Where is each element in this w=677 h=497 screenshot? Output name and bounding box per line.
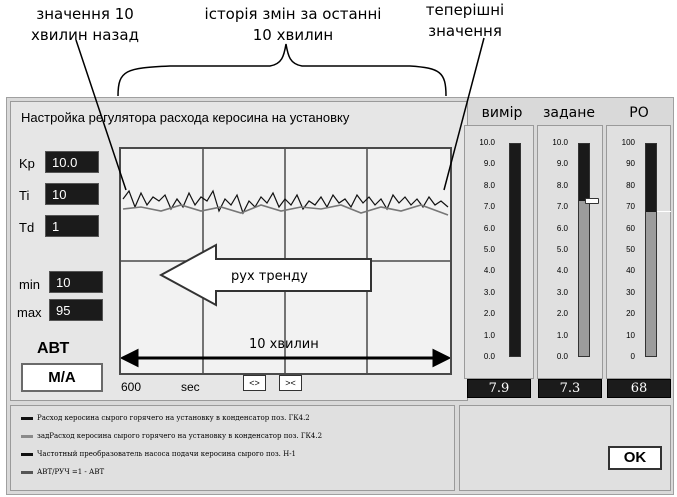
trend-panel: Настройка регулятора расхода керосина на… (10, 101, 468, 401)
output-tick-label: 60 (626, 223, 635, 233)
output-tick-label: 50 (626, 245, 635, 254)
output-column: 100 90 80 70 60 50 40 30 20 10 0 (606, 125, 671, 379)
legend-swatch (21, 434, 33, 438)
output-tick-label: 40 (626, 266, 635, 276)
td-field[interactable]: 1 (45, 215, 99, 237)
legend-text: Расход керосина сырого горячего на устан… (37, 414, 310, 422)
ti-field[interactable]: 10 (45, 183, 99, 205)
output-tick-label: 70 (626, 202, 635, 212)
setpoint-tick-label: 2.0 (556, 309, 568, 319)
measured-tick-label: 3.0 (483, 287, 495, 297)
measured-tick-label: 4.0 (483, 266, 495, 276)
window-title: Настройка регулятора расхода керосина на… (21, 110, 350, 125)
setpoint-tick-label: 0.0 (556, 352, 568, 361)
history-brace (117, 43, 447, 97)
measured-tick-label: 9.0 (483, 159, 495, 169)
ann-right-line: значення (428, 22, 502, 40)
measured-bar (509, 143, 521, 357)
output-tick-label: 90 (626, 159, 635, 169)
kp-label: Kp (19, 156, 35, 171)
ann-left-line: хвилин назад (31, 26, 139, 44)
output-value[interactable]: 68 (607, 379, 671, 398)
setpoint-value[interactable]: 7.3 (538, 379, 602, 398)
legend-panel: Расход керосина сырого горячего на устан… (10, 405, 455, 491)
measured-tick-label: 0.0 (483, 352, 495, 361)
setpoint-tick-label: 7.0 (556, 202, 568, 212)
td-label: Td (19, 220, 35, 235)
min-field[interactable]: 10 (49, 271, 103, 293)
output-scale: 100 90 80 70 60 50 40 30 20 10 0 (607, 126, 635, 361)
setpoint-tick-label: 1.0 (556, 330, 568, 340)
setpoint-tick-label: 4.0 (556, 266, 568, 276)
legend-item: задРасход керосина сырого горячего на ус… (21, 432, 322, 440)
manual-auto-button[interactable]: M/A (21, 363, 103, 392)
x-axis-unit: sec (181, 380, 200, 394)
ann-mid-line: 10 хвилин (252, 26, 334, 44)
measured-tick-label: 8.0 (483, 180, 495, 190)
legend-text: АВТ/РУЧ =1 - АВТ (37, 468, 105, 476)
trend-direction-label: рух тренду (231, 269, 308, 284)
annotation-history: історія змін за останні 10 хвилин (188, 4, 398, 46)
min-label: min (19, 277, 40, 292)
measured-tick-label: 7.0 (483, 202, 495, 212)
output-bar-fill (646, 211, 656, 356)
setpoint-header: задане (542, 105, 596, 121)
setpoint-tick-label: 5.0 (556, 245, 568, 254)
span-label: 10 хвилин (249, 337, 319, 352)
legend-item: АВТ/РУЧ =1 - АВТ (21, 468, 104, 476)
legend-text: задРасход керосина сырого горячего на ус… (37, 432, 323, 440)
setpoint-bar (578, 143, 590, 357)
measured-tick-label: 1.0 (483, 330, 495, 340)
x-axis-start: 600 (121, 380, 142, 394)
measured-value: 7.9 (467, 379, 531, 398)
measured-tick-label: 2.0 (483, 309, 495, 319)
ann-right-line: теперішні (425, 1, 505, 19)
legend-swatch (21, 452, 33, 456)
output-header: РО (629, 105, 649, 121)
trend-nav-left-button[interactable]: <> (243, 375, 266, 391)
output-tick-label: 0 (630, 352, 635, 361)
setpoint-column: 10.0 9.0 8.0 7.0 6.0 5.0 4.0 3.0 2.0 1.0 0.0 (537, 125, 603, 379)
measured-tick-label: 5.0 (483, 245, 495, 254)
measured-tick-label: 10.0 (479, 138, 495, 147)
legend-item: Расход керосина сырого горячего на устан… (21, 414, 310, 422)
output-tick-label: 10 (626, 330, 635, 340)
output-tick-label: 100 (621, 138, 635, 147)
max-label: max (17, 305, 42, 320)
dialog-footer: OK (459, 405, 671, 491)
setpoint-scale: 10.0 9.0 8.0 7.0 6.0 5.0 4.0 3.0 2.0 1.0 0.0 (538, 126, 568, 361)
setpoint-tick-label: 6.0 (556, 223, 568, 233)
measured-column: 10.0 9.0 8.0 7.0 6.0 5.0 4.0 3.0 2.0 1.0 0.0 (464, 125, 534, 379)
mode-label: АВТ (37, 340, 70, 357)
ann-left-line: значення 10 (36, 5, 134, 23)
annotation-current-values: теперішні значення (410, 0, 520, 42)
setpoint-bar-fill (579, 201, 589, 356)
legend-text: Частотный преобразователь насоса подачи … (37, 450, 297, 458)
ann-mid-line: історія змін за останні (204, 5, 382, 23)
measured-scale: 10.0 9.0 8.0 7.0 6.0 5.0 4.0 3.0 2.0 1.0 0.0 (465, 126, 495, 361)
ok-button[interactable]: OK (608, 446, 662, 470)
trend-chart: рух тренду 10 хвилин (119, 147, 452, 375)
controller-window: Настройка регулятора расхода керосина на… (6, 97, 674, 495)
legend-swatch (21, 470, 33, 474)
output-level-marker (657, 211, 671, 213)
output-tick-label: 80 (626, 180, 635, 190)
output-tick-label: 30 (626, 287, 635, 297)
legend-item: Частотный преобразователь насоса подачи … (21, 450, 296, 458)
annotation-ten-minutes-ago: значення 10 хвилин назад (20, 4, 150, 46)
setpoint-slider-handle[interactable] (585, 197, 599, 204)
setpoint-tick-label: 3.0 (556, 287, 568, 297)
output-tick-label: 20 (626, 309, 635, 319)
measured-header: вимір (481, 105, 523, 121)
setpoint-tick-label: 8.0 (556, 180, 568, 190)
setpoint-tick-label: 9.0 (556, 159, 568, 169)
ti-label: Ti (19, 188, 30, 203)
legend-swatch (21, 416, 33, 420)
output-bar (645, 143, 657, 357)
trend-nav-right-button[interactable]: >< (279, 375, 302, 391)
setpoint-tick-label: 10.0 (552, 138, 568, 147)
max-field[interactable]: 95 (49, 299, 103, 321)
kp-field[interactable]: 10.0 (45, 151, 99, 173)
measured-tick-label: 6.0 (483, 223, 495, 233)
